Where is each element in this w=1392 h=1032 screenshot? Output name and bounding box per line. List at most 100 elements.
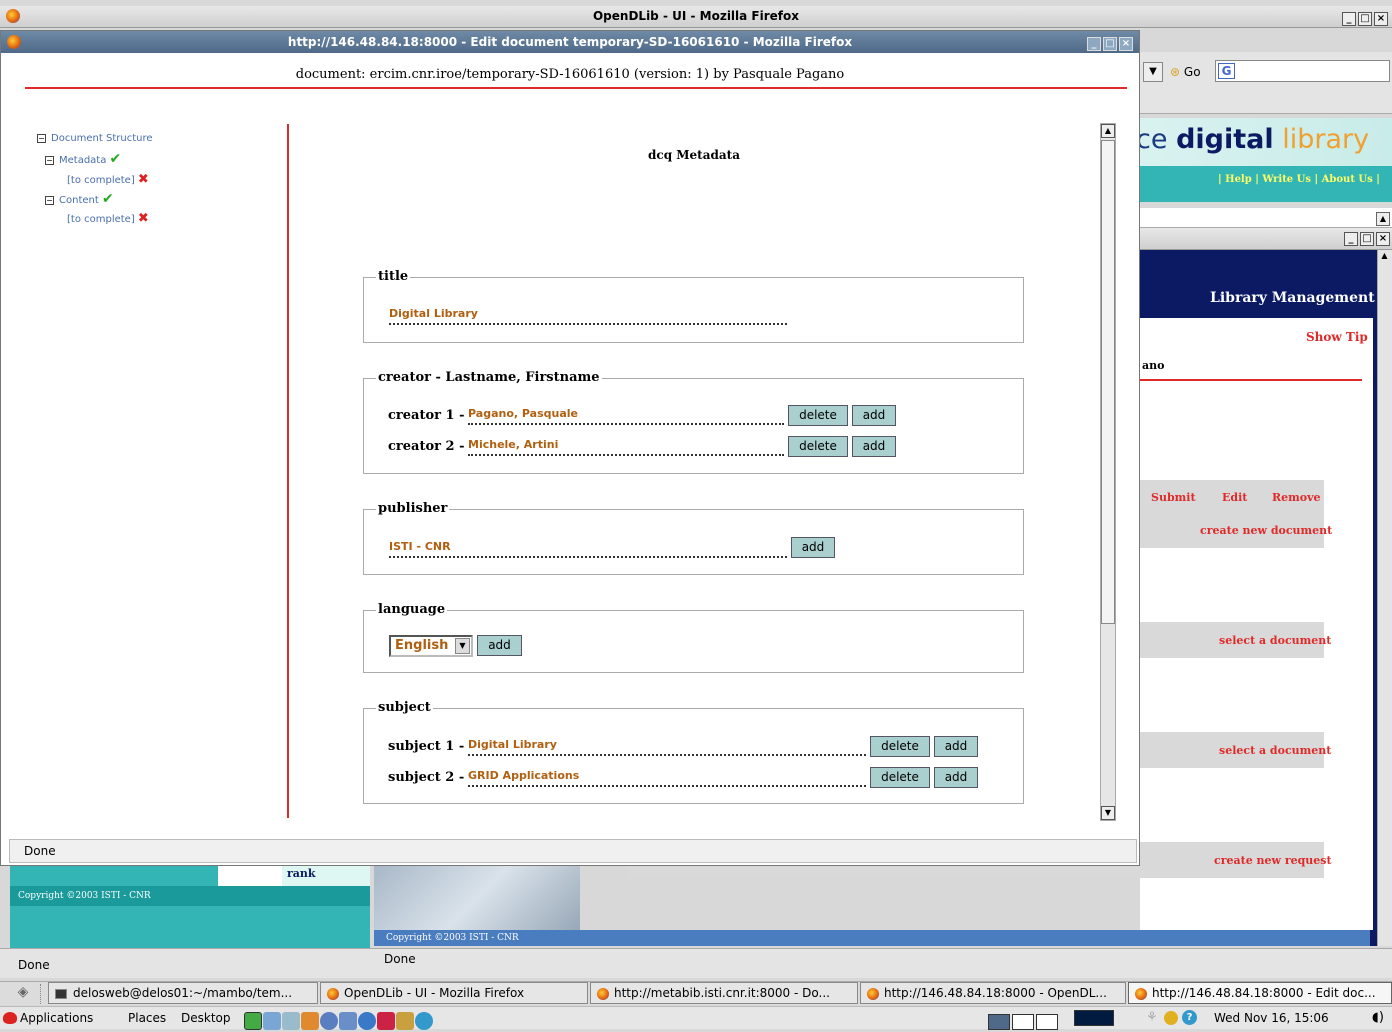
bg-search-field[interactable]: G: [1215, 60, 1390, 82]
subject-1-delete-button[interactable]: delete: [870, 736, 930, 757]
bg-scroll-up-icon[interactable]: ▲: [1376, 212, 1390, 226]
outer-window-title: OpenDLib - UI - Mozilla Firefox: [592, 9, 800, 23]
redhat-icon: [3, 1012, 17, 1024]
scroll-thumb[interactable]: [1101, 140, 1115, 624]
maximize-icon[interactable]: □: [1358, 11, 1372, 26]
bg-red-rule: [1140, 379, 1362, 381]
web-launcher-icon[interactable]: [320, 1011, 338, 1030]
publisher-input[interactable]: ISTI - CNR: [389, 540, 787, 558]
gimp-launcher-icon[interactable]: [396, 1011, 414, 1030]
taskbar-item-metabib[interactable]: http://metabib.isti.cnr.it:8000 - Do...: [590, 982, 858, 1004]
language-select[interactable]: English ▼: [389, 635, 473, 657]
show-tip-link[interactable]: Show Tip: [1306, 330, 1368, 344]
maximize-icon[interactable]: □: [1103, 36, 1117, 51]
publisher-add-button[interactable]: add: [791, 537, 835, 558]
bg-status-bar: [0, 948, 1392, 978]
create-new-document-link[interactable]: create new document: [1200, 524, 1332, 537]
clock[interactable]: Wed Nov 16, 15:06: [1214, 1007, 1329, 1029]
subject-2-delete-button[interactable]: delete: [870, 767, 930, 788]
subject-1-add-button[interactable]: add: [934, 736, 978, 757]
write-us-link[interactable]: Write Us: [1262, 174, 1311, 185]
creator-1-input[interactable]: Pagano, Pasquale: [468, 407, 784, 425]
create-new-request-link[interactable]: create new request: [1214, 854, 1332, 867]
minimize-icon[interactable]: _: [1087, 36, 1101, 51]
banner-library: library: [1282, 124, 1370, 155]
maximize-icon[interactable]: □: [1360, 231, 1374, 246]
help-link[interactable]: Help: [1225, 174, 1252, 185]
taskbar-item-terminal[interactable]: delosweb@delos01:~/mambo/tem...: [48, 982, 318, 1004]
help-launcher-icon[interactable]: [415, 1011, 433, 1030]
taskbar-item-opendlib-ui[interactable]: OpenDLib - UI - Mozilla Firefox: [320, 982, 588, 1004]
firefox-icon: [7, 35, 21, 49]
network-launcher-icon[interactable]: [263, 1011, 281, 1030]
creator-2-input[interactable]: Michele, Artini: [468, 438, 784, 456]
bg-mid-copyright-bar: [374, 930, 1370, 946]
firefox-icon: [867, 987, 879, 1000]
creator-1-delete-button[interactable]: delete: [788, 405, 848, 426]
subject-2-input[interactable]: GRID Applications: [468, 769, 866, 787]
close-icon[interactable]: ×: [1374, 11, 1388, 26]
firefox-icon: [327, 987, 339, 1000]
people-launcher-icon[interactable]: [339, 1011, 357, 1030]
subject-1-input[interactable]: Digital Library: [468, 738, 866, 756]
user-fragment: ano: [1142, 359, 1165, 372]
minimize-icon[interactable]: _: [1344, 231, 1358, 246]
close-icon[interactable]: ×: [1119, 36, 1133, 51]
subject-fieldset: subject subject 1 - Digital Library dele…: [363, 700, 1024, 804]
show-desktop-icon[interactable]: ◈: [10, 984, 36, 1004]
collapse-icon[interactable]: −: [45, 155, 54, 165]
gnome-panel: Applications Places Desktop ⚘ ? Wed Nov …: [0, 1006, 1392, 1030]
collapse-icon[interactable]: −: [45, 195, 54, 205]
creator-1-label: creator 1 -: [388, 408, 465, 423]
scroll-down-icon[interactable]: ▼: [1101, 806, 1115, 820]
select-document-link-1[interactable]: select a document: [1219, 634, 1331, 647]
remove-link[interactable]: Remove: [1272, 491, 1321, 504]
tree-metadata[interactable]: − Metadata ✔: [45, 151, 121, 167]
about-us-link[interactable]: About Us: [1322, 174, 1373, 185]
tree-root[interactable]: − Document Structure: [37, 133, 153, 144]
presentation-launcher-icon[interactable]: [377, 1011, 395, 1030]
taskbar-item-edit-doc[interactable]: http://146.48.84.18:8000 - Edit doc...: [1128, 982, 1392, 1004]
bg-scrollbar[interactable]: ▲: [1377, 250, 1392, 946]
search-launcher-icon[interactable]: [282, 1011, 300, 1030]
dropdown-arrow-icon[interactable]: ▼: [455, 638, 470, 654]
close-icon[interactable]: ×: [1376, 231, 1390, 246]
scroll-up-icon[interactable]: ▲: [1101, 124, 1115, 138]
publisher-legend: publisher: [376, 501, 450, 516]
tree-content-todo[interactable]: [to complete] ✖: [67, 211, 149, 226]
title-fieldset: title Digital Library: [363, 269, 1024, 343]
tree-metadata-todo[interactable]: [to complete] ✖: [67, 172, 149, 187]
desktop-menu[interactable]: Desktop: [181, 1007, 231, 1029]
terminal-launcher-icon[interactable]: [244, 1011, 262, 1030]
network-tray-icon: ⚘: [1146, 1010, 1158, 1025]
tree-content[interactable]: − Content ✔: [45, 191, 114, 207]
collapse-icon[interactable]: −: [37, 133, 46, 143]
applications-menu[interactable]: Applications: [20, 1007, 93, 1029]
language-add-button[interactable]: add: [477, 635, 522, 656]
form-heading: dcq Metadata: [648, 148, 740, 162]
subject-2-add-button[interactable]: add: [934, 767, 978, 788]
copyright-mid: Copyright ©2003 ISTI - CNR: [386, 933, 519, 943]
title-input[interactable]: Digital Library: [389, 307, 787, 325]
edit-scrollbar[interactable]: ▲ ▼: [1100, 123, 1116, 821]
header-red-rule: [25, 87, 1127, 89]
language-fieldset: language English ▼ add: [363, 602, 1024, 673]
globe-launcher-icon[interactable]: [358, 1011, 376, 1030]
minimize-icon[interactable]: _: [1342, 11, 1356, 26]
bg-scroll-top: [1140, 208, 1392, 228]
language-selected-value: English: [395, 638, 449, 653]
creator-1-add-button[interactable]: add: [852, 405, 896, 426]
creator-2-add-button[interactable]: add: [852, 436, 896, 457]
places-menu[interactable]: Places: [128, 1007, 166, 1029]
edit-status-text: Done: [24, 844, 56, 858]
creator-2-delete-button[interactable]: delete: [788, 436, 848, 457]
mail-launcher-icon[interactable]: [301, 1011, 319, 1030]
bg-url-dropdown[interactable]: ▼: [1143, 62, 1163, 82]
go-button[interactable]: ⊛ Go: [1170, 62, 1201, 82]
select-document-link-2[interactable]: select a document: [1219, 744, 1331, 757]
edit-link[interactable]: Edit: [1222, 491, 1247, 504]
taskbar-item-opendlib[interactable]: http://146.48.84.18:8000 - OpenDL...: [860, 982, 1126, 1004]
volume-icon[interactable]: ◖): [1372, 1007, 1384, 1029]
submit-link[interactable]: Submit: [1151, 491, 1196, 504]
edit-status-bar: Done: [9, 839, 1137, 863]
